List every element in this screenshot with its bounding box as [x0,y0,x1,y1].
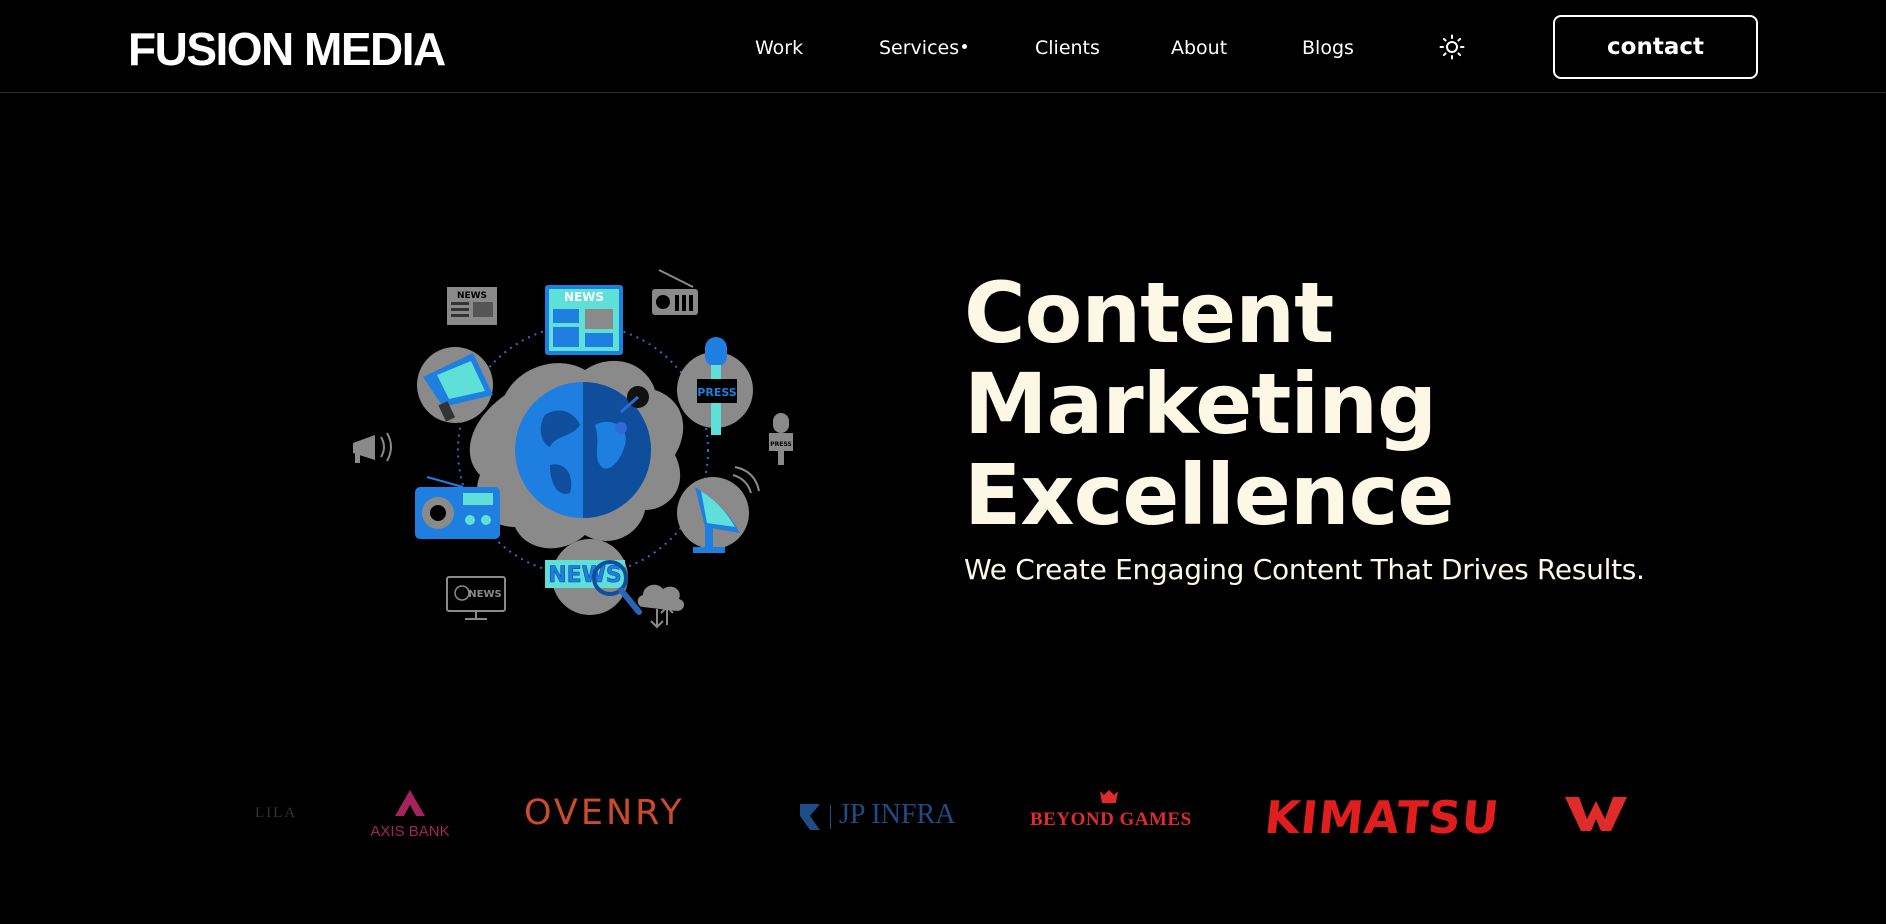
nav-work[interactable]: Work [755,36,803,60]
tv-news-icon: NEWS [446,576,506,620]
site-header: FUSION MEDIA Work Services Clients About… [0,0,1886,93]
client-logo-faded: LILA [255,805,298,821]
newspaper-icon: NEWS [545,285,623,355]
axis-bank-icon [395,790,425,816]
hero-title-line-1: Content [964,264,1334,362]
client-logo-axis-bank: AXIS BANK [365,789,455,840]
small-newspaper-icon: NEWS [447,287,497,325]
beyond-games-label: BEYOND GAMES [1030,809,1192,830]
hero-title-line-3: Excellence [964,446,1454,544]
axis-bank-label: AXIS BANK [370,823,450,840]
client-logo-beyond-games: BEYOND GAMES [1030,789,1192,831]
client-logo-kimatsu: KIMATSU [1262,791,1503,844]
client-logo-w [1563,793,1629,833]
small-press-microphone-icon: PRESS [769,413,793,465]
theme-toggle-button[interactable] [1439,34,1465,60]
jp-infra-mark-icon [800,803,820,830]
news-small-label: NEWS [457,291,487,301]
small-megaphone-icon [353,432,392,463]
media-illustration: NEWS NEWS PRESS PRESS NEWS NEWS [353,269,793,629]
beyond-games-icon [1100,790,1118,803]
nav-services[interactable]: Services [879,36,968,60]
news-bottom-label: NEWS [548,563,622,588]
client-logos-strip: LILA AXIS BANK OVENRY JP INFRA BEYOND GA… [0,775,1886,865]
cloud-transfer-icon [637,584,685,629]
jp-infra-divider [830,804,831,829]
press-microphone-icon: PRESS [677,337,753,435]
client-logo-ovenry: OVENRY [524,793,685,833]
press-small-label: PRESS [770,441,792,448]
jp-infra-label: JP INFRA [839,799,956,830]
dropdown-dot-icon [962,44,968,49]
hero-title-line-2: Marketing [964,355,1437,453]
satellite-dish-icon [677,466,760,553]
w-brand-icon [1565,797,1627,831]
news-tv-label: NEWS [468,589,501,600]
client-logo-jp-infra: JP INFRA [798,799,955,832]
press-main-label: PRESS [697,386,736,399]
nav-clients[interactable]: Clients [1035,36,1100,60]
megaphone-icon [417,347,493,423]
nav-blogs[interactable]: Blogs [1302,36,1354,60]
news-magnifier-icon: NEWS [545,539,642,615]
news-top-label: NEWS [564,290,604,304]
nav-services-label: Services [879,37,960,59]
contact-button[interactable]: contact [1553,15,1758,79]
brand-logo[interactable]: FUSION MEDIA [128,24,446,74]
nav-about[interactable]: About [1171,36,1227,60]
hero-title: Content Marketing Excellence [964,268,1664,541]
hero-subtitle: We Create Engaging Content That Drives R… [964,553,1645,586]
sun-icon [1439,34,1465,60]
radio-icon [652,269,698,315]
